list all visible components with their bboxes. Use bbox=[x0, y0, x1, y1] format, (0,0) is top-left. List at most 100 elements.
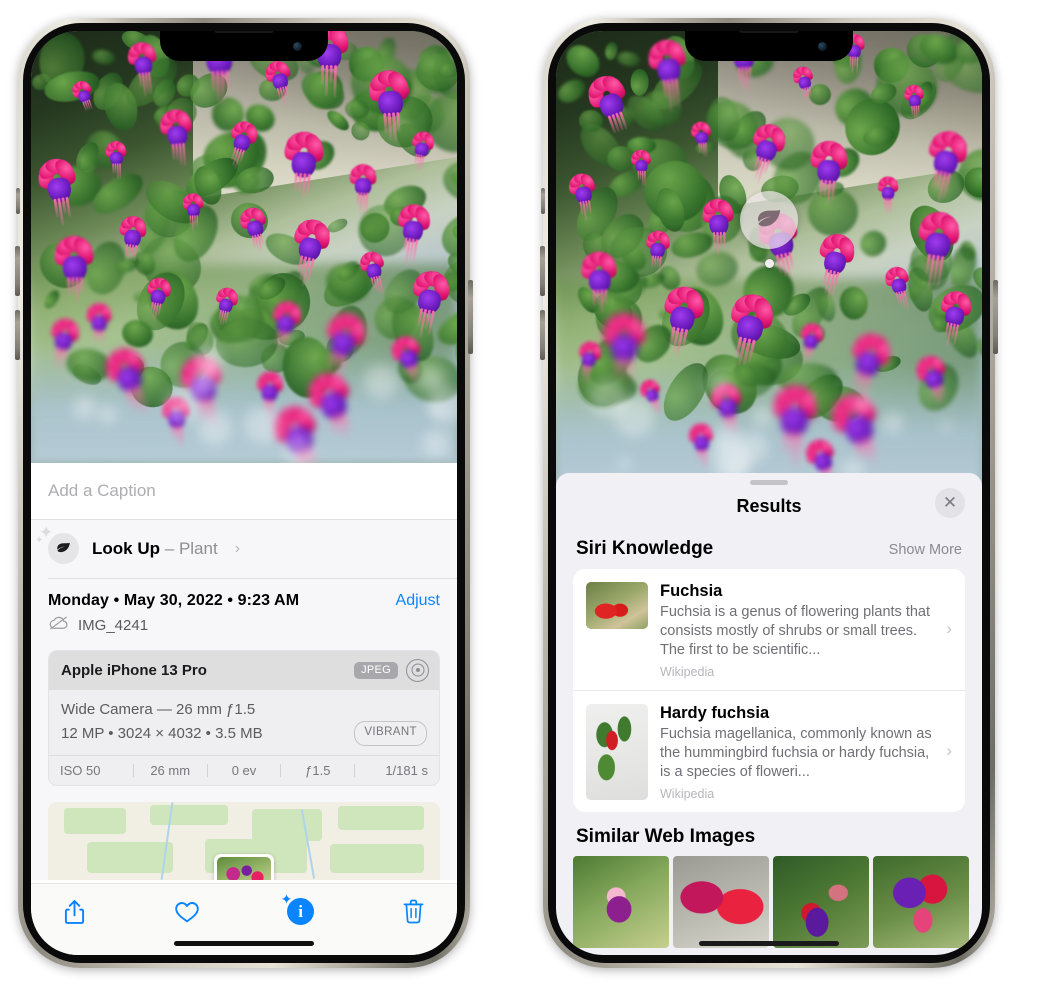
page-title: Results bbox=[736, 495, 802, 516]
iphone-left: Add a Caption ✦ ✦ Look Up – Plant › Mond… bbox=[15, 18, 473, 968]
photo-bokeh bbox=[73, 396, 97, 420]
list-item[interactable]: Fuchsia Fuchsia is a genus of flowering … bbox=[573, 569, 965, 690]
photo-info-panel: Add a Caption ✦ ✦ Look Up – Plant › Mond… bbox=[31, 463, 457, 955]
lens-line: Wide Camera — 26 mm ƒ1.5 bbox=[61, 700, 256, 718]
specs-line: 12 MP • 3024 × 4032 • 3.5 MB bbox=[61, 724, 263, 742]
photo-bokeh bbox=[164, 385, 203, 423]
photo-bokeh bbox=[428, 401, 445, 417]
photo-bokeh bbox=[940, 419, 953, 431]
icloud-slash-icon bbox=[48, 615, 69, 636]
device-name: Apple iPhone 13 Pro bbox=[61, 661, 207, 679]
display-notch bbox=[685, 31, 853, 61]
earpiece-speaker bbox=[739, 31, 799, 33]
list-item[interactable]: Hardy fuchsia Fuchsia magellanica, commo… bbox=[573, 689, 965, 812]
chevron-right-icon: › bbox=[234, 539, 241, 557]
filename-label: IMG_4241 bbox=[78, 616, 149, 634]
photo-bokeh bbox=[704, 371, 732, 399]
adjust-button[interactable]: Adjust bbox=[396, 592, 440, 610]
earpiece-speaker bbox=[214, 31, 274, 33]
look-up-label: Look Up – Plant bbox=[92, 539, 218, 559]
fuchsia-web-image-1[interactable] bbox=[573, 855, 669, 948]
leaf-icon: ✦ ✦ bbox=[35, 524, 79, 564]
home-indicator[interactable] bbox=[699, 941, 839, 946]
chevron-right-icon: › bbox=[946, 619, 952, 639]
photo-bokeh bbox=[589, 379, 629, 418]
show-more-button[interactable]: Show More bbox=[889, 542, 962, 558]
capture-date-row: Monday • May 30, 2022 • 9:23 AM Adjust bbox=[31, 579, 457, 613]
display-notch bbox=[160, 31, 328, 61]
mute-switch[interactable] bbox=[16, 188, 20, 214]
exif-shutter: 1/181 s bbox=[385, 762, 428, 778]
chevron-right-icon: › bbox=[946, 741, 952, 761]
photo-bokeh bbox=[617, 456, 631, 470]
look-up-subject: Plant bbox=[178, 538, 218, 558]
marker-dot bbox=[764, 259, 774, 268]
result-title: Fuchsia bbox=[660, 582, 723, 600]
front-camera-icon bbox=[293, 42, 302, 51]
look-up-title: Look Up bbox=[92, 538, 160, 558]
look-up-separator: – bbox=[164, 538, 175, 558]
fuchsia-web-image-2[interactable] bbox=[673, 855, 769, 948]
filename-row: IMG_4241 bbox=[31, 613, 457, 648]
result-title: Hardy fuchsia bbox=[660, 703, 770, 722]
map-pin-thumbnail bbox=[217, 856, 271, 880]
section-title: Siri Knowledge bbox=[576, 538, 714, 559]
photo-viewer[interactable] bbox=[31, 31, 457, 463]
photo-bokeh bbox=[98, 404, 118, 424]
share-button[interactable] bbox=[57, 895, 91, 929]
screenshot-stage: Add a Caption ✦ ✦ Look Up – Plant › Mond… bbox=[0, 0, 1055, 985]
exif-iso: ISO 50 bbox=[60, 762, 101, 778]
power-button[interactable] bbox=[468, 280, 473, 354]
front-camera-icon bbox=[818, 42, 827, 51]
home-indicator[interactable] bbox=[174, 941, 314, 946]
power-button[interactable] bbox=[993, 280, 998, 354]
result-thumbnail bbox=[586, 703, 648, 800]
siri-knowledge-header: Siri Knowledge Show More bbox=[556, 527, 982, 569]
volume-down-button[interactable] bbox=[540, 310, 545, 360]
map-photo-pin[interactable] bbox=[214, 853, 274, 880]
sparkle-icon-small: ✦ bbox=[35, 535, 44, 546]
volume-up-button[interactable] bbox=[540, 246, 545, 296]
exif-ev: 0 ev bbox=[231, 762, 257, 778]
result-text: Hardy fuchsia Fuchsia magellanica, commo… bbox=[660, 704, 952, 801]
caption-placeholder: Add a Caption bbox=[48, 481, 156, 500]
mute-switch[interactable] bbox=[541, 188, 545, 214]
section-title: Similar Web Images bbox=[576, 825, 756, 847]
web-images-row[interactable] bbox=[556, 855, 982, 948]
photo-bokeh bbox=[852, 395, 870, 413]
metadata-header: Apple iPhone 13 Pro JPEG bbox=[49, 650, 439, 690]
results-header: Results ✕ bbox=[556, 485, 982, 527]
style-badge: VIBRANT bbox=[354, 720, 427, 746]
knowledge-card: Fuchsia Fuchsia is a genus of flowering … bbox=[573, 569, 965, 812]
photo-details-body: ✦ ✦ Look Up – Plant › Monday • May 30, 2… bbox=[31, 520, 457, 880]
metadata-card[interactable]: Apple iPhone 13 Pro JPEG Wide Camera — 2… bbox=[48, 649, 440, 786]
result-source: Wikipedia bbox=[660, 786, 715, 801]
favorite-button[interactable] bbox=[170, 895, 204, 929]
sparkle-icon: ✦ bbox=[280, 890, 293, 907]
metadata-body: Wide Camera — 26 mm ƒ1.5 12 MP • 3024 × … bbox=[49, 689, 439, 755]
volume-up-button[interactable] bbox=[15, 246, 20, 296]
delete-button[interactable] bbox=[397, 895, 431, 929]
fuchsia-web-image-4[interactable] bbox=[873, 855, 969, 948]
result-thumbnail bbox=[586, 582, 648, 629]
aperture-ring-icon bbox=[406, 658, 429, 682]
photo-bokeh bbox=[284, 436, 315, 463]
caption-field[interactable]: Add a Caption bbox=[31, 463, 457, 520]
capture-date: Monday • May 30, 2022 • 9:23 AM bbox=[48, 591, 300, 609]
fuchsia-web-image-3[interactable] bbox=[773, 855, 869, 948]
location-map[interactable] bbox=[48, 801, 440, 880]
info-button[interactable]: ✦ i bbox=[280, 890, 318, 929]
specs-row: 12 MP • 3024 × 4032 • 3.5 MB VIBRANT bbox=[61, 720, 427, 746]
volume-down-button[interactable] bbox=[15, 310, 20, 360]
result-description: Fuchsia is a genus of flowering plants t… bbox=[660, 604, 931, 658]
close-icon[interactable]: ✕ bbox=[935, 488, 965, 518]
leaf-icon bbox=[740, 191, 798, 249]
exif-row: ISO 50 26 mm 0 ev ƒ1.5 1/181 s bbox=[49, 754, 439, 785]
look-up-row[interactable]: ✦ ✦ Look Up – Plant › bbox=[31, 520, 457, 578]
phone-screen-left: Add a Caption ✦ ✦ Look Up – Plant › Mond… bbox=[31, 31, 457, 955]
visual-lookup-marker[interactable] bbox=[740, 191, 798, 268]
exif-focal: 26 mm bbox=[150, 762, 191, 778]
results-sheet: Results ✕ Siri Knowledge Show More Fuchs… bbox=[556, 473, 982, 955]
result-description: Fuchsia magellanica, commonly known as t… bbox=[660, 725, 932, 780]
photo-bokeh bbox=[243, 406, 281, 444]
